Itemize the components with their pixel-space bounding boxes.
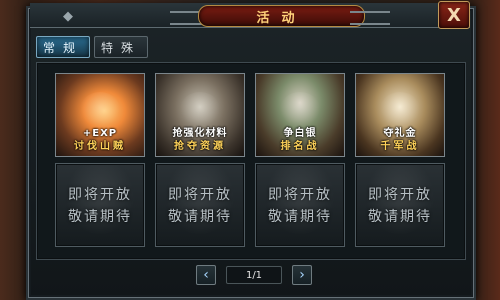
coming-soon-text: 即将开放 敬请期待 bbox=[356, 184, 444, 228]
coming-soon-text: 即将开放 敬请期待 bbox=[256, 184, 344, 228]
close-button[interactable]: X bbox=[438, 1, 470, 29]
coming-soon-line2: 敬请期待 bbox=[368, 209, 432, 225]
tab-bar: 常规 特殊 bbox=[36, 36, 148, 58]
coming-soon-text: 即将开放 敬请期待 bbox=[156, 184, 244, 228]
activity-card-bandits[interactable]: +EXP 讨伐山贼 bbox=[55, 73, 145, 157]
coming-soon-card: 即将开放 敬请期待 bbox=[55, 163, 145, 247]
activity-card-gift[interactable]: 夺礼金 千军战 bbox=[355, 73, 445, 157]
activity-card-materials[interactable]: 抢强化材料 抢夺资源 bbox=[155, 73, 245, 157]
coming-soon-card: 即将开放 敬请期待 bbox=[255, 163, 345, 247]
window-title: 活动 bbox=[198, 5, 365, 27]
activity-content: +EXP 讨伐山贼 抢强化材料 抢夺资源 争白银 排名战 夺礼金 千军战 即将开… bbox=[36, 62, 466, 260]
tab-regular[interactable]: 常规 bbox=[36, 36, 90, 58]
coming-soon-text: 即将开放 敬请期待 bbox=[56, 184, 144, 228]
title-ornament-right bbox=[350, 11, 390, 25]
title-bar: ◆ 活动 bbox=[30, 3, 470, 28]
activity-bottom-label: 千军战 bbox=[380, 141, 420, 152]
coming-soon-card: 即将开放 敬请期待 bbox=[355, 163, 445, 247]
activity-bottom-label: 排名战 bbox=[280, 141, 320, 152]
coming-soon-line1: 即将开放 bbox=[268, 187, 332, 203]
coming-soon-line1: 即将开放 bbox=[368, 187, 432, 203]
chevron-right-icon[interactable]: › bbox=[292, 265, 312, 285]
activity-bottom-label: 讨伐山贼 bbox=[74, 141, 126, 152]
pagination: ‹ 1/1 › bbox=[196, 264, 312, 286]
coming-soon-line2: 敬请期待 bbox=[168, 209, 232, 225]
corner-ornament-icon: ◆ bbox=[63, 8, 73, 24]
tab-special[interactable]: 特殊 bbox=[94, 36, 148, 58]
chevron-left-icon[interactable]: ‹ bbox=[196, 265, 216, 285]
coming-soon-line2: 敬请期待 bbox=[268, 209, 332, 225]
coming-soon-line2: 敬请期待 bbox=[68, 209, 132, 225]
activity-grid: +EXP 讨伐山贼 抢强化材料 抢夺资源 争白银 排名战 夺礼金 千军战 即将开… bbox=[55, 73, 445, 247]
activity-bottom-label: 抢夺资源 bbox=[174, 141, 226, 152]
coming-soon-line1: 即将开放 bbox=[168, 187, 232, 203]
page-indicator: 1/1 bbox=[226, 266, 282, 284]
activity-card-silver[interactable]: 争白银 排名战 bbox=[255, 73, 345, 157]
coming-soon-line1: 即将开放 bbox=[68, 187, 132, 203]
coming-soon-card: 即将开放 敬请期待 bbox=[155, 163, 245, 247]
